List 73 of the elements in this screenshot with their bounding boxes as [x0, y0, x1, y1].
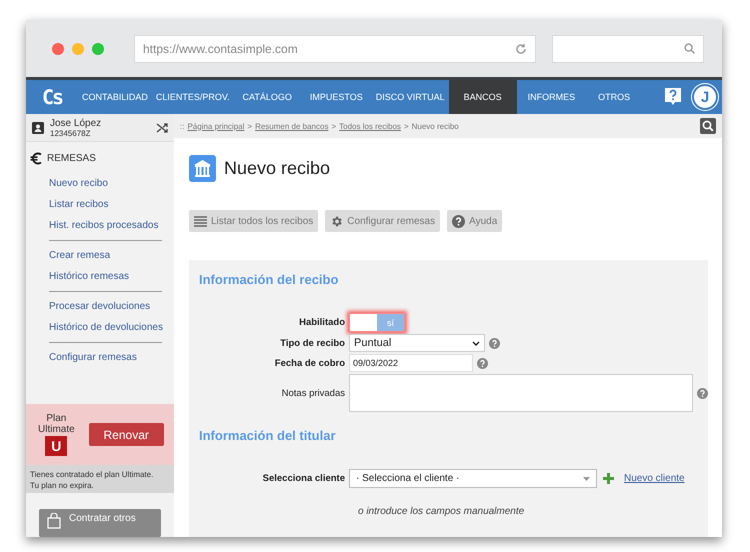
user-avatar[interactable]: J	[692, 84, 718, 110]
new-client-link[interactable]: Nuevo cliente	[624, 473, 685, 484]
gear-icon	[330, 214, 344, 228]
sidebar-link[interactable]: Hist. recibos procesados	[26, 215, 174, 236]
help-icon	[452, 214, 466, 228]
nav-tab[interactable]: BANCOS	[448, 80, 517, 114]
field-label: Selecciona cliente	[262, 473, 345, 484]
breadcrumb-link[interactable]: Todos los recibos	[339, 122, 401, 130]
field-label: Fecha de cobro	[274, 358, 345, 368]
section-title: REMESAS	[47, 153, 96, 164]
field-label: Notas privadas	[282, 388, 345, 398]
select-field[interactable]: Puntual	[349, 334, 485, 352]
user-id: 12345678Z	[50, 128, 92, 138]
toolbar-button[interactable]: Ayuda	[447, 210, 502, 232]
address-bar[interactable]: https://www.contasimple.com	[134, 34, 536, 62]
contract-button[interactable]: Contratar otros	[39, 509, 161, 537]
app-logo[interactable]: Cs	[26, 80, 78, 114]
sidebar-link[interactable]: Crear remesa	[26, 245, 174, 266]
breadcrumb-link[interactable]: Página principal	[187, 122, 244, 130]
nav-tab[interactable]: CLIENTES/PROV.	[152, 80, 234, 114]
plan-name: Ultimate	[38, 424, 75, 435]
date-field[interactable]: 09/03/2022	[349, 354, 473, 372]
breadcrumb-separator: >	[247, 122, 252, 130]
shuffle-icon[interactable]	[156, 122, 168, 134]
window-controls-drawing[interactable]	[52, 42, 104, 54]
search-icon	[684, 43, 695, 54]
plan-label: Plan	[46, 413, 66, 424]
breadcrumb-separator: >	[331, 122, 336, 130]
help-icon[interactable]	[477, 358, 488, 368]
user-name: Jose López	[50, 118, 102, 128]
euro-icon	[30, 152, 43, 165]
sidebar-link[interactable]: Histórico remesas	[26, 266, 174, 287]
nav-tab[interactable]: CATÁLOGO	[234, 80, 301, 114]
nav-tab[interactable]: OTROS	[586, 80, 642, 114]
current-page-label: Nuevo recibo	[412, 122, 459, 130]
sidebar-link[interactable]: Listar recibos	[26, 194, 174, 215]
hint-text: o introduce los campos manualmente	[358, 506, 526, 517]
contact-card-icon	[32, 122, 44, 134]
search-field[interactable]	[552, 34, 704, 62]
plan-badge: U	[45, 436, 68, 456]
plan-notice: Tienes contratado el plan Ultimate. Tu plan no expira.	[26, 465, 174, 493]
toolbar-button[interactable]: Listar todos los recibos	[189, 210, 318, 232]
breadcrumb-prefix: ::	[180, 122, 184, 130]
nav-tab[interactable]: INFORMES	[516, 80, 586, 114]
section-heading: Información del recibo	[199, 272, 340, 287]
help-icon[interactable]	[664, 87, 682, 107]
search-icon[interactable]	[700, 118, 716, 134]
sidebar-link[interactable]: Procesar devoluciones	[26, 296, 174, 317]
sidebar-link[interactable]: Nuevo recibo	[26, 173, 174, 194]
sidebar-link[interactable]: Histórico de devoluciones	[26, 317, 174, 338]
toolbar-button[interactable]: Configurar remesas	[325, 210, 440, 232]
nav-tab[interactable]: DISCO VIRTUAL	[372, 80, 449, 114]
section-heading: Información del titular	[199, 428, 337, 443]
help-icon[interactable]	[489, 338, 500, 348]
plus-icon	[603, 473, 614, 484]
notes-field[interactable]	[349, 374, 693, 412]
nav-tab[interactable]: IMPUESTOS	[300, 80, 372, 114]
reload-icon[interactable]	[515, 42, 527, 54]
renew-button[interactable]: Renovar	[88, 423, 164, 446]
bag-icon	[47, 513, 61, 529]
bank-icon	[189, 155, 216, 182]
nav-tab[interactable]: CONTABILIDAD	[78, 80, 152, 114]
caret-icon	[583, 476, 590, 480]
list-icon	[194, 216, 207, 226]
breadcrumb-link[interactable]: Resumen de bancos	[255, 122, 328, 130]
chevron-icon	[472, 340, 480, 346]
page-title: Nuevo recibo	[224, 158, 330, 179]
field-label: Tipo de recibo	[280, 338, 345, 348]
help-icon[interactable]	[697, 388, 708, 398]
client-select[interactable]: · Selecciona el cliente ·	[349, 469, 597, 488]
field-label: Habilitado	[299, 317, 345, 328]
breadcrumb-separator: >	[404, 122, 409, 130]
sidebar-link[interactable]: Configurar remesas	[26, 347, 174, 368]
